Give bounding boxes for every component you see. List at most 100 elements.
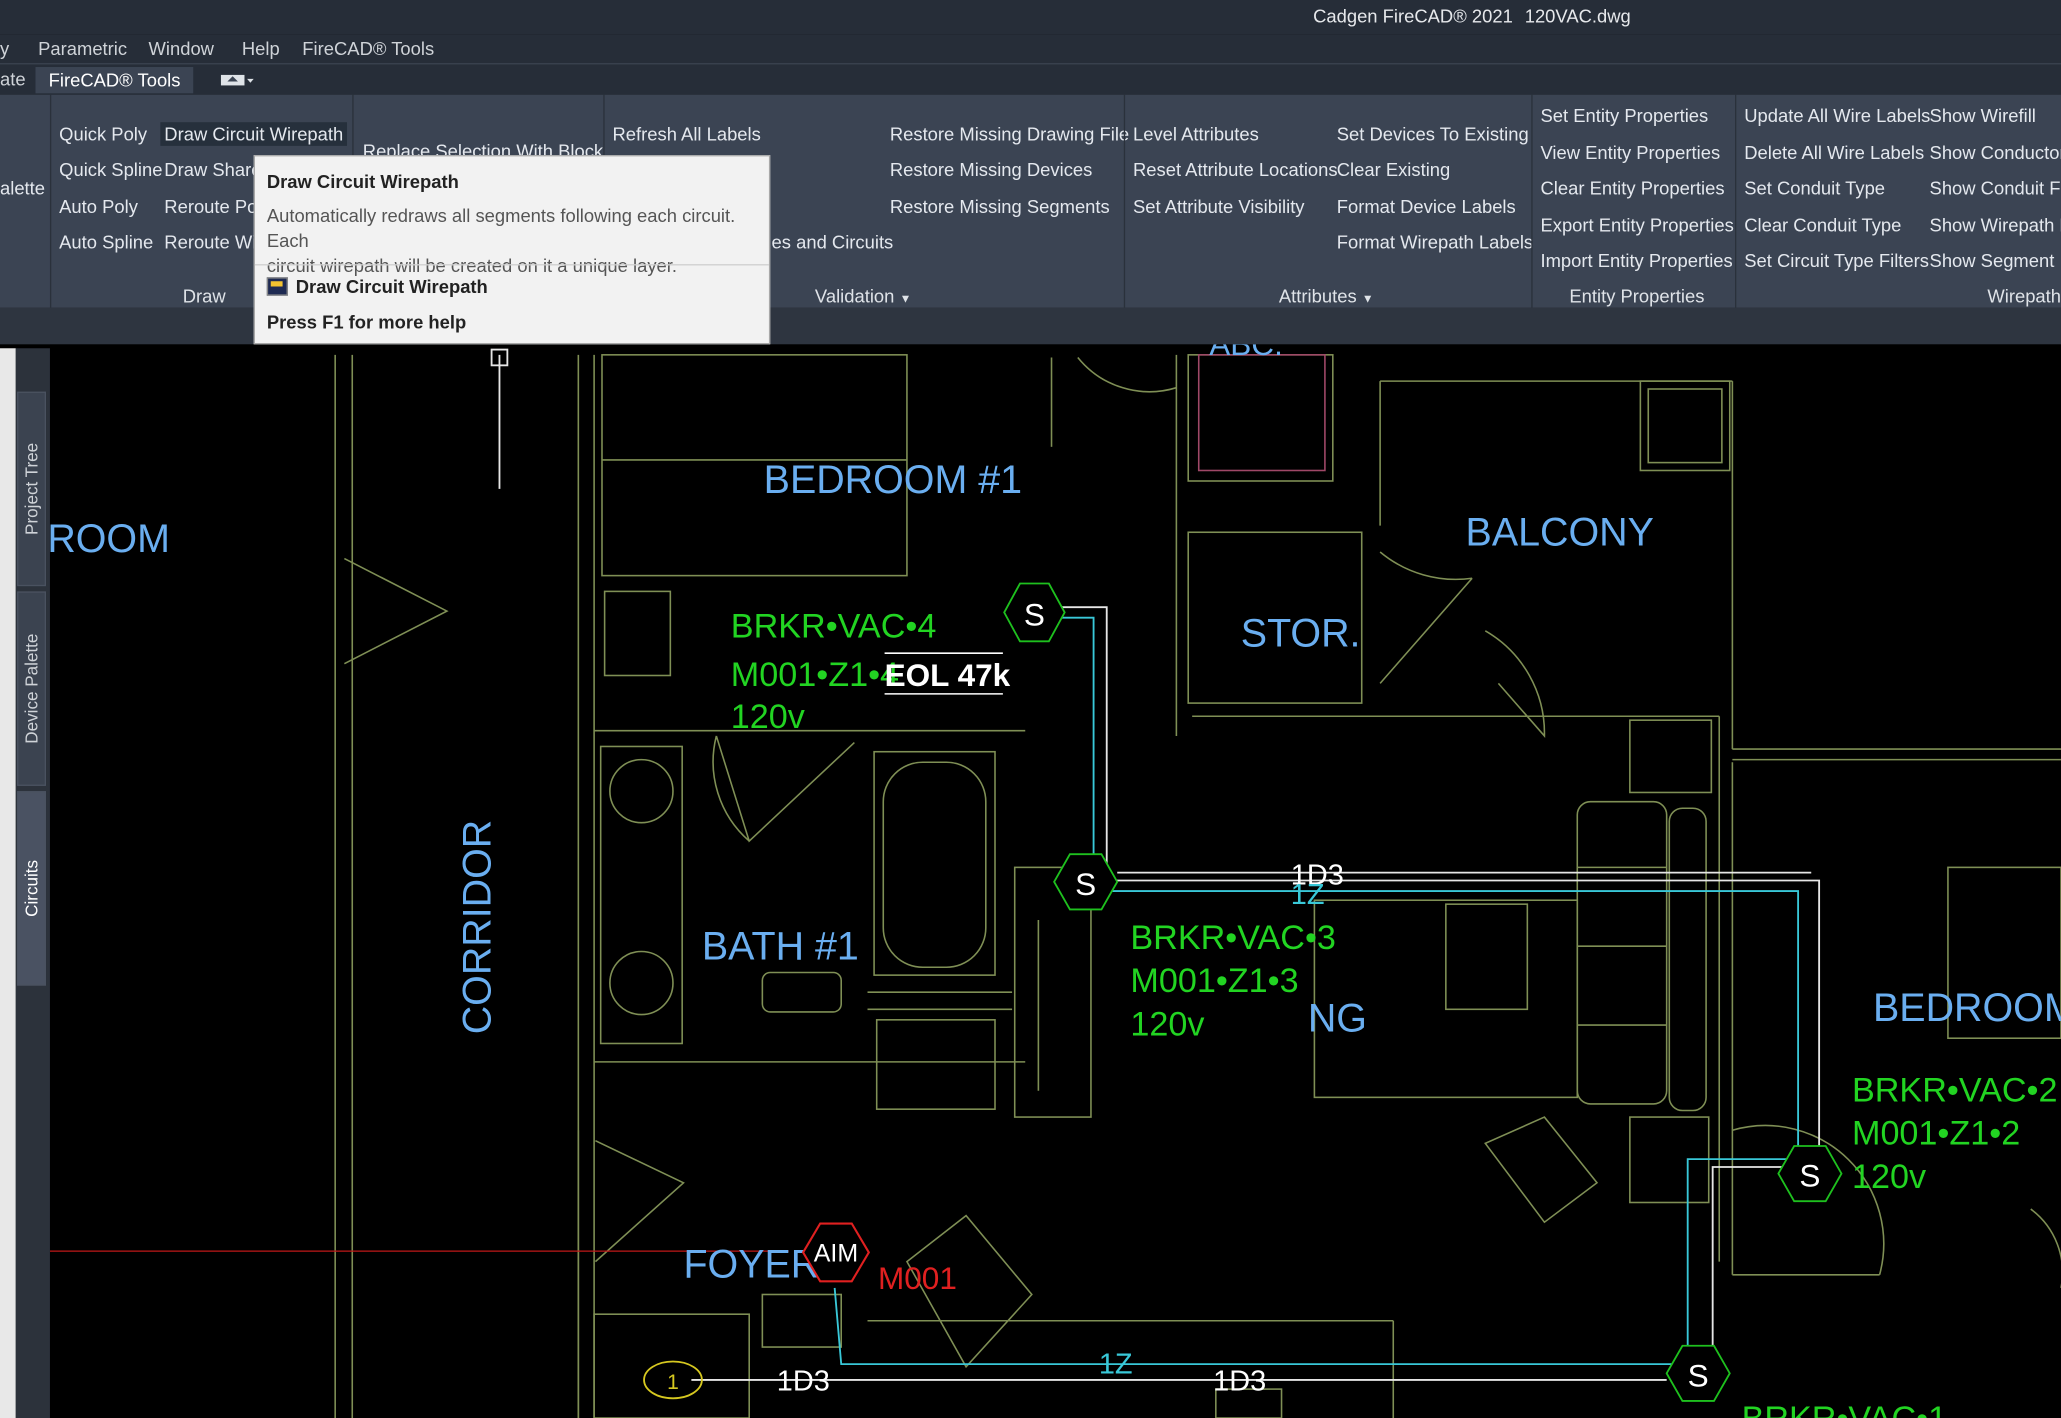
device-brkr-label: BRKR•VAC•3 <box>1130 919 1336 957</box>
room-label: BEDROOM : <box>1873 986 2061 1030</box>
devices-and-circuits-button[interactable]: es and Circuits <box>772 231 894 252</box>
set-circuit-type-filters-button[interactable]: Set Circuit Type Filters <box>1744 250 1929 271</box>
device-voltage-label: 120v <box>1130 1006 1204 1044</box>
title-bar: Cadgen FireCAD® 2021 120VAC.dwg <box>0 0 2061 35</box>
device-symbol: S <box>1688 1357 1709 1393</box>
reroute-wire-button[interactable]: Reroute Wi <box>164 231 256 252</box>
tab-circuits[interactable]: Circuits <box>17 791 47 986</box>
delete-all-wire-labels-button[interactable]: Delete All Wire Labels <box>1744 142 1924 163</box>
show-segment-button[interactable]: Show Segment I <box>1930 250 2061 271</box>
wire-label: 1D3 <box>1213 1365 1266 1397</box>
show-wirefill-button[interactable]: Show Wirefill <box>1930 105 2036 126</box>
clear-conduit-type-button[interactable]: Clear Conduit Type <box>1744 214 1901 235</box>
wire-label: 1Z <box>1099 1348 1133 1380</box>
detector-label: 1 <box>667 1371 679 1394</box>
ribbon-partial-palette[interactable]: alette <box>0 177 45 198</box>
device-symbol: S <box>1075 866 1096 902</box>
menu-item-window[interactable]: Window <box>149 38 214 59</box>
device-address-label: M001•Z1•2 <box>1852 1115 2020 1153</box>
device-voltage-label: 120v <box>1852 1158 1926 1196</box>
level-attributes-button[interactable]: Level Attributes <box>1133 124 1259 145</box>
draw-shared-button[interactable]: Draw Share <box>164 159 261 180</box>
tab-project-tree-label: Project Tree <box>21 442 42 535</box>
device-voltage-label: 120v <box>731 698 805 736</box>
menu-item-firecad-tools[interactable]: FireCAD® Tools <box>302 38 434 59</box>
tab-project-tree[interactable]: Project Tree <box>17 391 47 587</box>
panel-title-wirepath: Wirepath <box>1987 285 2061 307</box>
panel-title-validation[interactable]: Validation ▼ <box>815 285 911 306</box>
format-wirepath-labels-button[interactable]: Format Wirepath Labels <box>1337 231 1533 252</box>
panel-title-draw: Draw <box>182 285 226 307</box>
clear-entity-properties-button[interactable]: Clear Entity Properties <box>1540 177 1724 198</box>
device-address-label: M001•Z1•3 <box>1130 962 1298 1000</box>
chevron-down-icon: ▼ <box>1361 291 1374 305</box>
room-label: STOR. <box>1241 612 1361 656</box>
export-entity-properties-button[interactable]: Export Entity Properties <box>1540 214 1733 235</box>
room-label: BALCONY <box>1466 510 1654 554</box>
auto-poly-button[interactable]: Auto Poly <box>59 196 138 217</box>
menu-item-help[interactable]: Help <box>242 38 280 59</box>
tab-device-palette[interactable]: Device Palette <box>17 591 47 786</box>
quick-spline-button[interactable]: Quick Spline <box>59 159 162 180</box>
ribbon-minimize-icon[interactable] <box>220 71 255 89</box>
file-name: 120VAC.dwg <box>1524 5 1631 27</box>
room-label: ROOM <box>50 517 170 561</box>
auto-spline-button[interactable]: Auto Spline <box>59 231 153 252</box>
reroute-poly-button[interactable]: Reroute Pol <box>164 196 261 217</box>
device-symbol: S <box>1024 597 1045 633</box>
format-device-labels-button[interactable]: Format Device Labels <box>1337 196 1516 217</box>
room-label: NG <box>1308 997 1367 1041</box>
room-label: CORRIDOR <box>455 820 499 1035</box>
app-title: Cadgen FireCAD® 2021 <box>1313 5 1513 27</box>
device-symbol: S <box>1799 1158 1820 1194</box>
restore-missing-devices-button[interactable]: Restore Missing Devices <box>890 159 1092 180</box>
draw-circuit-wirepath-button[interactable]: Draw Circuit Wirepath <box>160 122 348 146</box>
command-tooltip: Draw Circuit Wirepath Automatically redr… <box>253 155 771 345</box>
validation-label: Validation <box>814 285 895 307</box>
set-conduit-type-button[interactable]: Set Conduit Type <box>1744 177 1885 198</box>
refresh-all-labels-button[interactable]: Refresh All Labels <box>613 124 761 145</box>
device-address-label: M001•Z1•4 <box>731 656 899 694</box>
panel-title-attributes[interactable]: Attributes ▼ <box>1279 285 1374 306</box>
set-devices-to-existing-button[interactable]: Set Devices To Existing <box>1337 124 1529 145</box>
restore-missing-drawing-file-button[interactable]: Restore Missing Drawing File <box>890 124 1129 145</box>
wire-label: 1D3 <box>777 1365 830 1397</box>
device-brkr-label: BRKR•VAC•1 <box>1742 1400 1948 1418</box>
show-conductor-button[interactable]: Show Conductor <box>1930 142 2061 163</box>
tab-partial[interactable]: ate <box>0 68 26 89</box>
device-brkr-label: BRKR•VAC•2 <box>1852 1071 2058 1109</box>
room-label: BATH #1 <box>702 924 859 968</box>
drawing-canvas[interactable]: BEDROOM #1 BALCONY STOR. BATH #1 CORRIDO… <box>49 344 2061 1418</box>
room-label: FOYER <box>683 1242 819 1286</box>
set-attribute-visibility-button[interactable]: Set Attribute Visibility <box>1133 196 1305 217</box>
firecad-window: Cadgen FireCAD® 2021 120VAC.dwg y Parame… <box>0 0 2061 1418</box>
menu-bar: y Parametric Window Help FireCAD® Tools <box>0 34 2061 64</box>
quick-poly-button[interactable]: Quick Poly <box>59 124 147 145</box>
update-all-wire-labels-button[interactable]: Update All Wire Labels <box>1744 105 1930 126</box>
restore-missing-segments-button[interactable]: Restore Missing Segments <box>890 196 1110 217</box>
tab-firecad-tools[interactable]: FireCAD® Tools <box>35 67 194 94</box>
eol-label: EOL 47k <box>885 657 1011 693</box>
import-entity-properties-button[interactable]: Import Entity Properties <box>1540 250 1732 271</box>
ribbon-tab-strip: ate FireCAD® Tools <box>0 63 2061 95</box>
tooltip-description-line-1: Automatically redraws all segments follo… <box>266 205 736 252</box>
wirepath-command-icon <box>266 277 288 296</box>
room-label: BEDROOM #1 <box>764 458 1022 502</box>
menu-item-partial[interactable]: y <box>0 38 9 59</box>
wire-label: 1Z <box>1291 879 1325 911</box>
attributes-label: Attributes <box>1278 285 1357 307</box>
reset-attribute-locations-button[interactable]: Reset Attribute Locations <box>1133 159 1338 180</box>
aim-label: M001 <box>878 1260 957 1296</box>
clear-existing-button[interactable]: Clear Existing <box>1337 159 1451 180</box>
menu-item-parametric[interactable]: Parametric <box>38 38 127 59</box>
show-wirepath-label-button[interactable]: Show Wirepath L <box>1930 214 2061 235</box>
tooltip-command-name: Draw Circuit Wirepath <box>295 275 488 298</box>
left-panel-edge <box>0 348 16 1418</box>
view-entity-properties-button[interactable]: View Entity Properties <box>1540 142 1720 163</box>
set-entity-properties-button[interactable]: Set Entity Properties <box>1540 105 1708 126</box>
panel-title-entity-properties: Entity Properties <box>1569 285 1705 307</box>
show-conduit-fill-button[interactable]: Show Conduit Fi <box>1930 177 2061 198</box>
tab-circuits-label: Circuits <box>21 859 42 917</box>
aim-symbol: AIM <box>814 1240 858 1268</box>
tab-device-palette-label: Device Palette <box>21 633 42 744</box>
